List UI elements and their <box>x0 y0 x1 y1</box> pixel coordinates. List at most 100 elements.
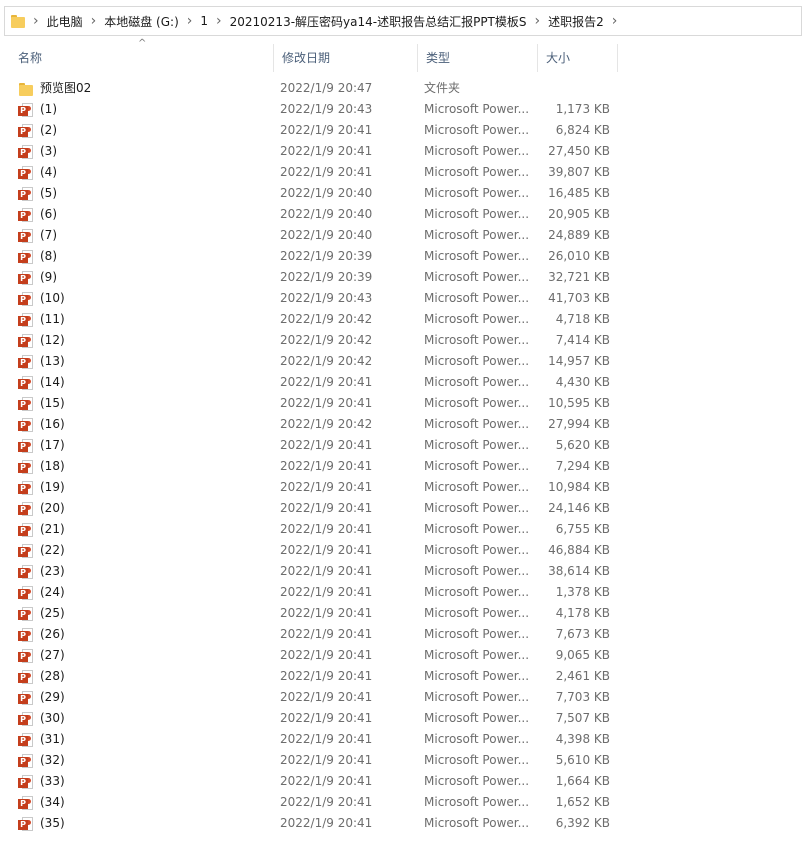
file-row[interactable]: P (6) 2022/1/9 20:40 Microsoft Power... 20,9… <box>10 204 620 225</box>
file-row[interactable]: P (21) 2022/1/9 20:41 Microsoft Power... 6,7… <box>10 519 620 540</box>
file-type: Microsoft Power... <box>424 102 530 116</box>
file-date: 2022/1/9 20:41 <box>280 123 373 137</box>
file-row[interactable]: P (4) 2022/1/9 20:41 Microsoft Power... 39,8… <box>10 162 620 183</box>
pptx-icon: P <box>18 354 34 370</box>
file-row[interactable]: P (20) 2022/1/9 20:41 Microsoft Power... 24,… <box>10 498 620 519</box>
file-name-cell: P (35) <box>18 813 65 834</box>
file-row[interactable]: P (9) 2022/1/9 20:39 Microsoft Power... 32,7… <box>10 267 620 288</box>
file-name: (16) <box>40 417 65 431</box>
file-row[interactable]: P (31) 2022/1/9 20:41 Microsoft Power... 4,3… <box>10 729 620 750</box>
file-name-cell: P (29) <box>18 687 65 708</box>
file-date: 2022/1/9 20:40 <box>280 186 373 200</box>
file-row[interactable]: P (13) 2022/1/9 20:42 Microsoft Power... 14,… <box>10 351 620 372</box>
file-type: Microsoft Power... <box>424 249 530 263</box>
breadcrumb-item[interactable]: › 1 <box>179 13 208 29</box>
column-header-size[interactable]: 大小 <box>538 44 618 72</box>
file-row[interactable]: P (27) 2022/1/9 20:41 Microsoft Power... 9,0… <box>10 645 620 666</box>
file-row[interactable]: P (34) 2022/1/9 20:41 Microsoft Power... 1,6… <box>10 792 620 813</box>
breadcrumb-label: 此电脑 <box>46 14 83 29</box>
file-row[interactable]: P (24) 2022/1/9 20:41 Microsoft Power... 1,3… <box>10 582 620 603</box>
file-size: 6,392 KB <box>555 816 610 830</box>
file-row[interactable]: P (25) 2022/1/9 20:41 Microsoft Power... 4,1… <box>10 603 620 624</box>
file-row[interactable]: P (18) 2022/1/9 20:41 Microsoft Power... 7,2… <box>10 456 620 477</box>
file-date: 2022/1/9 20:43 <box>280 102 373 116</box>
file-row[interactable]: P (5) 2022/1/9 20:40 Microsoft Power... 16,4… <box>10 183 620 204</box>
file-row[interactable]: P (2) 2022/1/9 20:41 Microsoft Power... 6,82… <box>10 120 620 141</box>
file-type: Microsoft Power... <box>424 606 530 620</box>
file-name-cell: P (19) <box>18 477 65 498</box>
file-row[interactable]: P (19) 2022/1/9 20:41 Microsoft Power... 10,… <box>10 477 620 498</box>
file-name-cell: P (16) <box>18 414 65 435</box>
file-name: (5) <box>40 186 57 200</box>
chevron-right-icon[interactable]: › <box>208 13 230 29</box>
file-size: 10,984 KB <box>548 480 610 494</box>
file-row[interactable]: P (29) 2022/1/9 20:41 Microsoft Power... 7,7… <box>10 687 620 708</box>
file-name-cell: P (8) <box>18 246 57 267</box>
file-date: 2022/1/9 20:40 <box>280 228 373 242</box>
file-type: Microsoft Power... <box>424 543 530 557</box>
file-row[interactable]: P (7) 2022/1/9 20:40 Microsoft Power... 24,8… <box>10 225 620 246</box>
file-row[interactable]: P (14) 2022/1/9 20:41 Microsoft Power... 4,4… <box>10 372 620 393</box>
column-header-date[interactable]: 修改日期 <box>274 44 418 72</box>
chevron-right-icon[interactable]: › <box>179 13 201 29</box>
file-date: 2022/1/9 20:41 <box>280 522 373 536</box>
file-size: 24,146 KB <box>548 501 610 515</box>
file-row[interactable]: P (12) 2022/1/9 20:42 Microsoft Power... 7,4… <box>10 330 620 351</box>
file-date: 2022/1/9 20:41 <box>280 816 373 830</box>
breadcrumb-label: 述职报告2 <box>548 14 604 29</box>
folder-icon <box>18 82 34 96</box>
file-row[interactable]: P (1) 2022/1/9 20:43 Microsoft Power... 1,17… <box>10 99 620 120</box>
file-name-cell: P (21) <box>18 519 65 540</box>
pptx-icon: P <box>18 249 34 265</box>
file-row[interactable]: P (26) 2022/1/9 20:41 Microsoft Power... 7,6… <box>10 624 620 645</box>
file-type: Microsoft Power... <box>424 207 530 221</box>
file-row[interactable]: P (30) 2022/1/9 20:41 Microsoft Power... 7,5… <box>10 708 620 729</box>
file-row[interactable]: P (22) 2022/1/9 20:41 Microsoft Power... 46,… <box>10 540 620 561</box>
file-name: (30) <box>40 711 65 725</box>
file-name-cell: P (31) <box>18 729 65 750</box>
file-name: (28) <box>40 669 65 683</box>
file-row[interactable]: P (17) 2022/1/9 20:41 Microsoft Power... 5,6… <box>10 435 620 456</box>
file-name: (19) <box>40 480 65 494</box>
file-size: 4,718 KB <box>555 312 610 326</box>
file-row[interactable]: P (15) 2022/1/9 20:41 Microsoft Power... 10,… <box>10 393 620 414</box>
file-name-cell: P (34) <box>18 792 65 813</box>
file-type: Microsoft Power... <box>424 648 530 662</box>
file-size: 1,652 KB <box>555 795 610 809</box>
file-row[interactable]: 预览图02 2022/1/9 20:47 文件夹 <box>10 78 620 99</box>
chevron-right-icon[interactable]: › <box>527 13 549 29</box>
file-name-cell: 预览图02 <box>18 78 91 99</box>
breadcrumb-item[interactable]: › 此电脑 <box>25 13 83 30</box>
file-date: 2022/1/9 20:39 <box>280 270 373 284</box>
pptx-icon: P <box>18 270 34 286</box>
breadcrumb-item[interactable]: › 本地磁盘 (G:) <box>83 13 179 30</box>
file-row[interactable]: P (28) 2022/1/9 20:41 Microsoft Power... 2,4… <box>10 666 620 687</box>
file-size: 7,414 KB <box>555 333 610 347</box>
file-type: Microsoft Power... <box>424 417 530 431</box>
file-size: 46,884 KB <box>548 543 610 557</box>
file-row[interactable]: P (8) 2022/1/9 20:39 Microsoft Power... 26,0… <box>10 246 620 267</box>
file-date: 2022/1/9 20:41 <box>280 480 373 494</box>
breadcrumb-item[interactable]: › 20210213-解压密码ya14-述职报告总结汇报PPT模板S <box>208 13 527 30</box>
file-row[interactable]: P (11) 2022/1/9 20:42 Microsoft Power... 4,7… <box>10 309 620 330</box>
file-type: Microsoft Power... <box>424 480 530 494</box>
file-name-cell: P (20) <box>18 498 65 519</box>
address-bar[interactable]: › 此电脑 › 本地磁盘 (G:) › 1 › 20210213-解压密码ya14-述职报告总… <box>4 6 802 36</box>
file-row[interactable]: P (3) 2022/1/9 20:41 Microsoft Power... 27,4… <box>10 141 620 162</box>
file-name: (12) <box>40 333 65 347</box>
file-row[interactable]: P (32) 2022/1/9 20:41 Microsoft Power... 5,6… <box>10 750 620 771</box>
pptx-icon: P <box>18 606 34 622</box>
file-name-cell: P (10) <box>18 288 65 309</box>
chevron-right-icon[interactable]: › <box>83 13 105 29</box>
chevron-right-icon[interactable]: › <box>25 13 47 29</box>
column-header-type[interactable]: 类型 <box>418 44 538 72</box>
file-row[interactable]: P (16) 2022/1/9 20:42 Microsoft Power... 27,… <box>10 414 620 435</box>
file-row[interactable]: P (35) 2022/1/9 20:41 Microsoft Power... 6,3… <box>10 813 620 834</box>
sort-ascending-icon: ^ <box>138 38 147 49</box>
breadcrumb-item[interactable]: › 述职报告2 <box>527 13 604 30</box>
file-row[interactable]: P (33) 2022/1/9 20:41 Microsoft Power... 1,6… <box>10 771 620 792</box>
file-row[interactable]: P (23) 2022/1/9 20:41 Microsoft Power... 38,… <box>10 561 620 582</box>
file-date: 2022/1/9 20:41 <box>280 606 373 620</box>
file-row[interactable]: P (10) 2022/1/9 20:43 Microsoft Power... 41,… <box>10 288 620 309</box>
chevron-right-icon[interactable]: › <box>604 13 626 29</box>
